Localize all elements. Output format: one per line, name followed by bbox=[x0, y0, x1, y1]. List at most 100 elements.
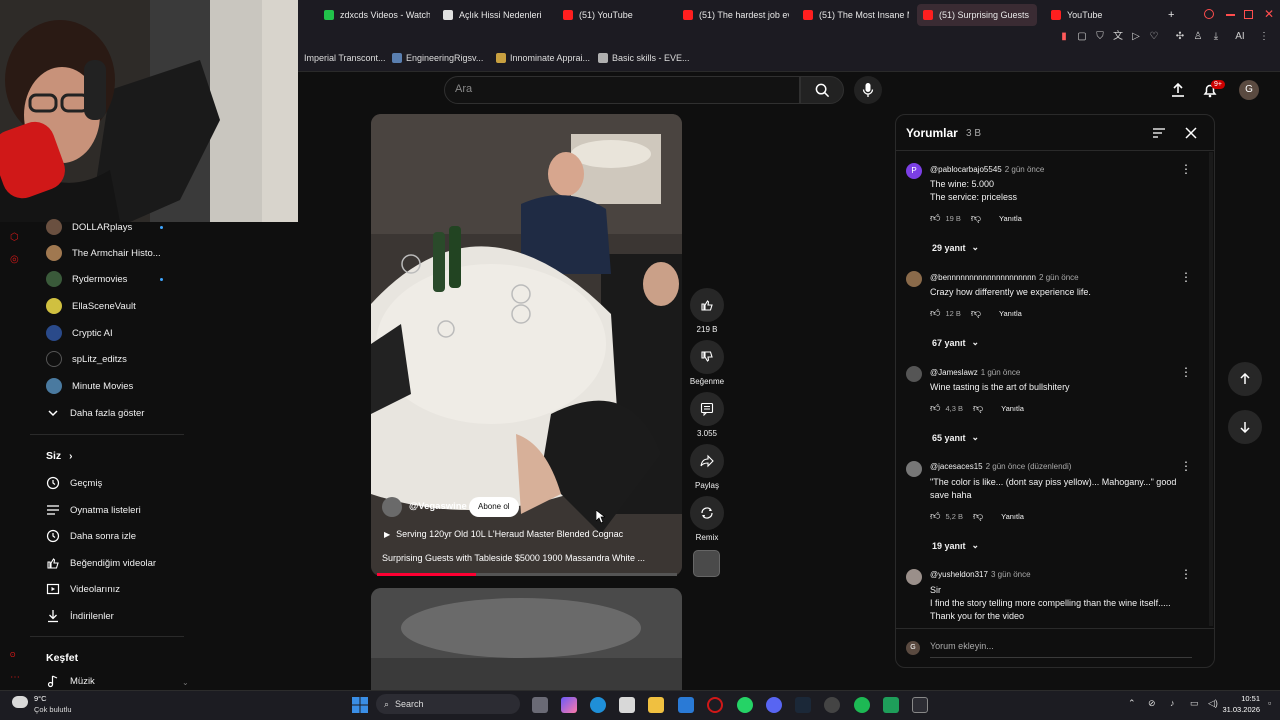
heart-icon[interactable]: ♡ bbox=[1148, 31, 1160, 43]
comments-button[interactable] bbox=[690, 392, 724, 426]
sidebar-item-your-videos[interactable]: Videolarınız bbox=[46, 578, 186, 600]
rail-more-icon[interactable]: ⋯ bbox=[10, 672, 22, 684]
comment-author[interactable]: @Jameslawz 1 gün önce bbox=[930, 368, 1020, 377]
account-avatar[interactable]: G bbox=[1239, 80, 1259, 100]
sheets-icon[interactable] bbox=[883, 697, 899, 713]
subscribe-button[interactable]: Abone ol bbox=[469, 497, 519, 517]
edge-icon[interactable] bbox=[590, 697, 606, 713]
discord-icon[interactable] bbox=[766, 697, 782, 713]
play-icon[interactable]: ▷ bbox=[1130, 31, 1142, 43]
download-icon[interactable]: ⤓ bbox=[1210, 31, 1222, 43]
close-icon[interactable] bbox=[1185, 127, 1197, 139]
rail-icon[interactable]: ʘ bbox=[10, 652, 22, 664]
sidebar-item-subscription[interactable]: Minute Movies bbox=[46, 375, 186, 397]
puzzle-icon[interactable]: ✣ bbox=[1174, 31, 1186, 43]
next-short-button[interactable] bbox=[1228, 410, 1262, 444]
sort-icon[interactable] bbox=[1152, 127, 1166, 139]
sidebar-item-downloads[interactable]: İndirilenler bbox=[46, 605, 186, 627]
commenter-avatar[interactable] bbox=[906, 461, 922, 477]
thumbs-up-icon[interactable]: 👍︎ bbox=[930, 510, 940, 522]
minimize-icon[interactable] bbox=[1226, 14, 1235, 16]
browser-tab[interactable]: (51) The hardest job eve bbox=[677, 4, 789, 26]
mic-tray-icon[interactable]: ♪ bbox=[1170, 698, 1175, 708]
file-explorer-icon[interactable] bbox=[648, 697, 664, 713]
comment-author[interactable]: @jacesaces15 2 gün önce (düzenlendi) bbox=[930, 462, 1071, 471]
replies-toggle[interactable]: 29 yanıt ⌄ bbox=[932, 242, 979, 253]
shield-icon[interactable]: ⛉ bbox=[1094, 31, 1106, 43]
comment-menu-icon[interactable]: ⋮ bbox=[1180, 460, 1192, 472]
sidebar-item-subscription[interactable]: Rydermovies bbox=[46, 268, 186, 290]
clock-time[interactable]: 10:51 bbox=[1220, 694, 1260, 703]
bookmark-item[interactable]: EngineeringRigsv... bbox=[392, 53, 483, 63]
upload-icon[interactable] bbox=[1170, 82, 1186, 98]
channel-avatar[interactable] bbox=[382, 497, 402, 517]
comment-menu-icon[interactable]: ⋮ bbox=[1180, 163, 1192, 175]
spotify-icon[interactable] bbox=[854, 697, 870, 713]
share-button[interactable] bbox=[690, 444, 724, 478]
thumbs-down-icon[interactable]: 👎︎ bbox=[971, 212, 981, 224]
bookmark-item[interactable]: Imperial Transcont... bbox=[304, 53, 386, 63]
sound-title[interactable]: ▶ Serving 120yr Old 10L L'Heraud Master B… bbox=[384, 529, 623, 539]
maximize-icon[interactable] bbox=[1244, 10, 1253, 19]
commenter-avatar[interactable]: P bbox=[906, 163, 922, 179]
comment-author[interactable]: @bennnnnnnnnnnnnnnnnnnn 2 gün önce bbox=[930, 273, 1079, 282]
voice-search-button[interactable] bbox=[854, 76, 882, 104]
search-tabs-icon[interactable] bbox=[1204, 9, 1214, 19]
screenshot-icon[interactable]: ▢ bbox=[1076, 31, 1088, 43]
rail-icon[interactable]: ⬡ bbox=[10, 232, 22, 244]
commenter-avatar[interactable] bbox=[906, 271, 922, 287]
sidebar-item-subscription[interactable]: Cryptic AI bbox=[46, 322, 186, 344]
weather-temp[interactable]: 9°C bbox=[34, 694, 47, 703]
thumbs-down-icon[interactable]: 👎︎ bbox=[971, 307, 981, 319]
search-input[interactable]: Ara bbox=[444, 76, 800, 104]
thumbs-up-icon[interactable]: 👍︎ bbox=[930, 307, 940, 319]
browser-tab-active[interactable]: (51) Surprising Guests bbox=[917, 4, 1037, 26]
new-tab-button[interactable]: + bbox=[1162, 4, 1180, 26]
scroll-down-icon[interactable]: ⌄ bbox=[182, 678, 189, 687]
ai-button[interactable]: AI bbox=[1230, 31, 1250, 43]
menu-icon[interactable]: ⋮ bbox=[1258, 31, 1270, 43]
bookmark-item[interactable]: Innominate Apprai... bbox=[496, 53, 590, 63]
bookmark-icon[interactable]: ▮ bbox=[1058, 31, 1070, 43]
task-view-icon[interactable] bbox=[532, 697, 548, 713]
thumbs-down-icon[interactable]: 👎︎ bbox=[973, 510, 983, 522]
sidebar-item-playlists[interactable]: Oynatma listeleri bbox=[46, 499, 186, 521]
browser-tab[interactable]: (51) YouTube bbox=[557, 4, 669, 26]
tray-chevron-icon[interactable]: ⌃ bbox=[1128, 698, 1136, 709]
comment-author[interactable]: @yusheldon317 3 gün önce bbox=[930, 570, 1031, 579]
add-comment-input[interactable]: Yorum ekleyin... bbox=[930, 641, 1192, 658]
dislike-button[interactable] bbox=[690, 340, 724, 374]
thumbs-down-icon[interactable]: 👎︎ bbox=[973, 402, 983, 414]
taskbar-search[interactable]: ⌕ Search bbox=[376, 694, 520, 714]
sidebar-item-history[interactable]: Geçmiş bbox=[46, 472, 186, 494]
show-more-button[interactable]: Daha fazla göster bbox=[46, 402, 186, 424]
commenter-avatar[interactable] bbox=[906, 569, 922, 585]
rail-icon[interactable]: ◎ bbox=[10, 254, 22, 266]
browser-tab[interactable]: Açlık Hissi Nedenleri bbox=[437, 4, 549, 26]
sidebar-item-subscription[interactable]: EllaSceneVault bbox=[46, 295, 186, 317]
like-button[interactable] bbox=[690, 288, 724, 322]
app-icon[interactable] bbox=[912, 697, 928, 713]
sidebar-item-music[interactable]: Müzik bbox=[46, 670, 186, 692]
sidebar-item-liked-videos[interactable]: Beğendiğim videolar bbox=[46, 552, 186, 574]
sidebar-item-watch-later[interactable]: Daha sonra izle bbox=[46, 525, 186, 547]
bookmark-item[interactable]: Basic skills - EVE... bbox=[598, 53, 690, 63]
replies-toggle[interactable]: 67 yanıt ⌄ bbox=[932, 337, 979, 348]
translate-icon[interactable]: 文 bbox=[1112, 31, 1124, 43]
display-icon[interactable]: ▭ bbox=[1190, 698, 1199, 709]
windows-start-icon[interactable] bbox=[352, 697, 368, 713]
browser-tab[interactable]: (51) The Most Insane M bbox=[797, 4, 909, 26]
comment-author[interactable]: @pablocarbajo5545 2 gün önce bbox=[930, 165, 1044, 174]
channel-handle[interactable]: @Vegaswine bbox=[409, 501, 467, 512]
weather-cloud-icon[interactable] bbox=[12, 696, 28, 708]
commenter-avatar[interactable] bbox=[906, 366, 922, 382]
opera-gx-icon[interactable] bbox=[707, 697, 723, 713]
previous-short-button[interactable] bbox=[1228, 362, 1262, 396]
comment-menu-icon[interactable]: ⋮ bbox=[1180, 366, 1192, 378]
comment-menu-icon[interactable]: ⋮ bbox=[1180, 271, 1192, 283]
mail-icon[interactable] bbox=[678, 697, 694, 713]
remix-button[interactable] bbox=[690, 496, 724, 530]
thumbs-up-icon[interactable]: 👍︎ bbox=[930, 212, 940, 224]
sidebar-item-subscription[interactable]: DOLLARplays bbox=[46, 216, 186, 238]
replies-toggle[interactable]: 19 yanıt ⌄ bbox=[932, 540, 979, 551]
